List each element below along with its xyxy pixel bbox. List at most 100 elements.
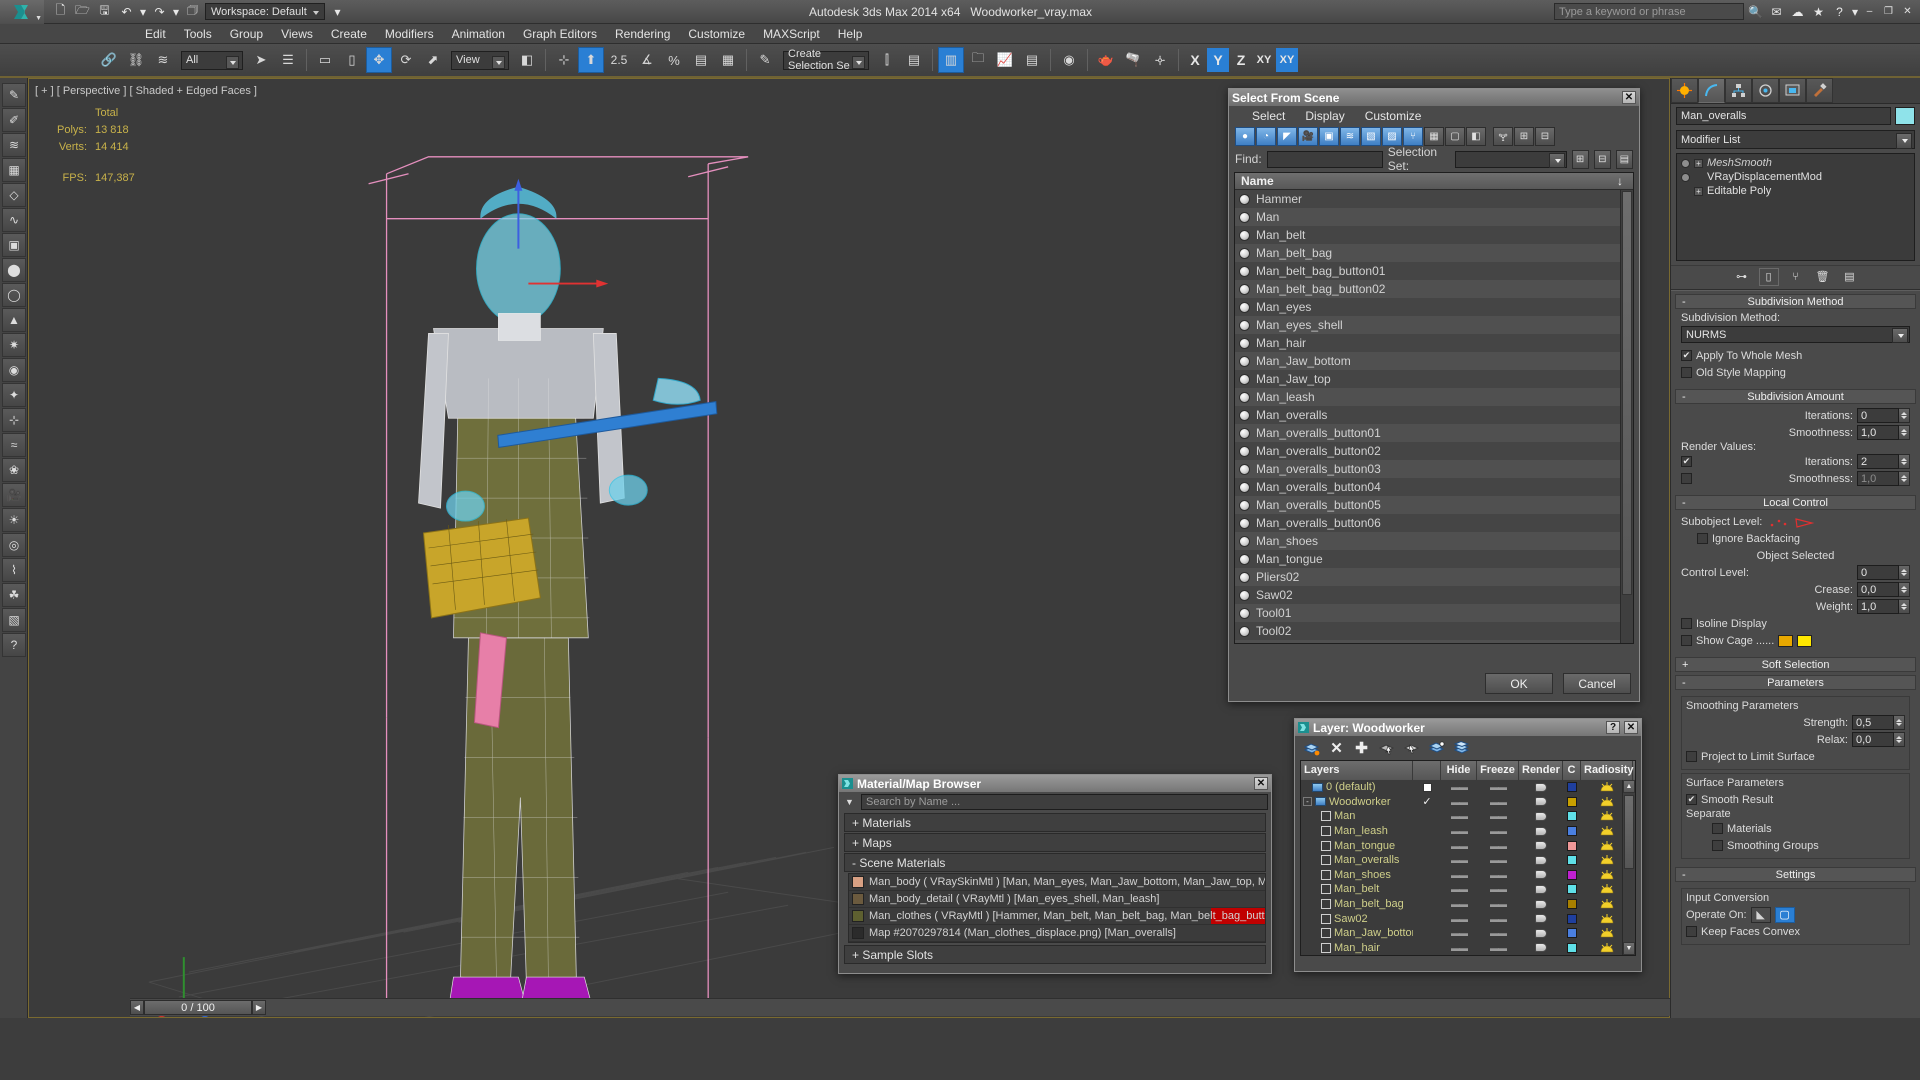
layer-freeze-cell[interactable]: ▬▬ — [1477, 884, 1519, 894]
layer-color-swatch[interactable] — [1567, 811, 1577, 822]
group-sample-slots[interactable]: + Sample Slots — [844, 945, 1266, 964]
layer-hide-cell[interactable]: ▬▬ — [1441, 899, 1477, 909]
group-scene-materials[interactable]: - Scene Materials — [844, 853, 1266, 872]
display-geometry-icon[interactable]: ● — [1235, 127, 1255, 146]
menu-item-create[interactable]: Create — [322, 24, 376, 44]
render-toggle-icon[interactable] — [1535, 782, 1547, 792]
scene-list-item[interactable]: Man_overalls_button01 — [1235, 424, 1633, 442]
ok-button[interactable]: OK — [1485, 673, 1553, 694]
selection-filter[interactable]: All — [181, 50, 243, 70]
display-shapes-icon[interactable]: ◔ — [1256, 127, 1276, 146]
info-icon[interactable]: ? — [2, 633, 26, 657]
scene-material-row[interactable]: Man_body_detail ( VRayMtl ) [Man_eyes_sh… — [849, 891, 1265, 908]
rollout-toggle-subdivision-amount[interactable]: - — [1682, 391, 1686, 403]
modifier-stack-item-0[interactable]: + MeshSmooth — [1677, 156, 1914, 170]
maximize-button[interactable]: ❐ — [1880, 4, 1897, 19]
show-end-result-icon[interactable]: ▯ — [1758, 267, 1779, 286]
scene-list-item[interactable]: Man_overalls_button02 — [1235, 442, 1633, 460]
toggle-scene-explorer-icon[interactable]: ▥ — [938, 47, 964, 73]
layer-color-cell[interactable] — [1563, 928, 1581, 939]
angle-snap-toggle-icon[interactable]: ⬆ — [578, 47, 604, 73]
hierarchy-tab[interactable] — [1725, 78, 1752, 103]
rollout-toggle-subdivision-method[interactable]: - — [1682, 296, 1686, 308]
layer-render-cell[interactable] — [1519, 811, 1563, 821]
menu-item-modifiers[interactable]: Modifiers — [376, 24, 443, 44]
reference-coordinate-system[interactable]: View — [451, 50, 509, 70]
shape-icon[interactable]: ◇ — [2, 183, 26, 207]
modifier-stack-item-1[interactable]: VRayDisplacementMod — [1677, 170, 1914, 184]
modifier-stack[interactable]: + MeshSmooth VRayDisplacementMod + Editable … — [1676, 153, 1915, 261]
object-color-swatch[interactable] — [1895, 107, 1915, 125]
scene-list-item[interactable]: Man_eyes — [1235, 298, 1633, 316]
layer-color-cell[interactable] — [1563, 942, 1581, 953]
layer-row-name-cell[interactable]: Saw02 — [1301, 913, 1413, 925]
layer-row[interactable]: Man_belt_bag ▬▬ ▬▬ — [1301, 897, 1635, 912]
cone-icon[interactable]: ▲ — [2, 308, 26, 332]
display-invert-icon[interactable]: ◧ — [1466, 127, 1486, 146]
layer-hide-cell[interactable]: ▬▬ — [1441, 870, 1477, 880]
group-maps-toggle[interactable]: + — [852, 836, 859, 850]
select-objects-in-layer-icon[interactable] — [1377, 739, 1396, 758]
axis-constraint-z[interactable]: Z — [1230, 48, 1252, 72]
rollout-header-local-control[interactable]: - Local Control — [1675, 495, 1916, 510]
layer-color-swatch[interactable] — [1567, 884, 1577, 895]
render-iterations-spinner[interactable] — [1899, 454, 1910, 469]
apply-whole-mesh-checkbox[interactable]: ✔ — [1681, 350, 1692, 361]
window-crossing-icon[interactable]: ▯ — [339, 47, 365, 73]
create-new-layer-icon[interactable] — [1302, 739, 1321, 758]
communication-center-icon[interactable]: ✉ — [1767, 2, 1786, 21]
keep-faces-convex-checkbox[interactable] — [1686, 926, 1697, 937]
layer-color-swatch[interactable] — [1567, 899, 1577, 910]
render-production-icon[interactable]: 🝊 — [1147, 47, 1173, 73]
menu-item-animation[interactable]: Animation — [443, 24, 514, 44]
layer-row-name-cell[interactable]: Man_hair — [1301, 942, 1413, 954]
search-icon[interactable]: 🔍 — [1746, 2, 1765, 21]
group-materials-toggle[interactable]: + — [852, 816, 859, 830]
schematic-view-icon[interactable]: ▤ — [1019, 47, 1045, 73]
iterations-field[interactable]: 0 — [1857, 408, 1899, 423]
modifier-expand-icon[interactable]: + — [1694, 186, 1703, 196]
layer-manager-icon[interactable]: ▤ — [901, 47, 927, 73]
render-toggle-icon[interactable] — [1535, 914, 1547, 924]
layer-render-cell[interactable] — [1519, 943, 1563, 953]
sfs-menu-select[interactable]: Select — [1243, 109, 1294, 123]
percent-snap-icon[interactable]: ∡ — [634, 47, 660, 73]
scene-material-row[interactable]: Man_body ( VRaySkinMtl ) [Man, Man_eyes,… — [849, 874, 1265, 891]
open-icon[interactable]: 🗁 — [73, 2, 92, 21]
select-link-icon[interactable]: 🔗 — [96, 47, 122, 73]
scene-list-scrollbar[interactable] — [1620, 190, 1633, 643]
scene-list-item[interactable]: Man_shoes — [1235, 532, 1633, 550]
layer-color-cell[interactable] — [1563, 840, 1581, 851]
set-current-layer-icon[interactable] — [1427, 739, 1446, 758]
light-icon[interactable]: ✷ — [2, 333, 26, 357]
snaps-toggle-icon[interactable]: ⊹ — [551, 47, 577, 73]
configure-modifier-sets-icon[interactable]: ▤ — [1840, 268, 1860, 286]
layer-row-name-cell[interactable]: - Woodworker — [1301, 796, 1413, 808]
layer-color-swatch[interactable] — [1567, 796, 1577, 807]
scene-list-item[interactable]: Man_Jaw_bottom — [1235, 352, 1633, 370]
layer-color-cell[interactable] — [1563, 884, 1581, 895]
layer-row-name-cell[interactable]: Man_Jaw_bottor — [1301, 927, 1413, 939]
toggle-layer-explorer-icon[interactable]: 🗀 — [965, 47, 991, 73]
weight-spinner[interactable] — [1899, 599, 1910, 614]
modify-tab[interactable] — [1698, 78, 1725, 103]
scene-list-item[interactable]: Man_overalls_button04 — [1235, 478, 1633, 496]
scene-list-item[interactable]: Man_belt_bag_button02 — [1235, 280, 1633, 298]
group-materials[interactable]: + Materials — [844, 813, 1266, 832]
add-selection-set-icon[interactable]: ⊞ — [1571, 149, 1589, 169]
scene-list-item[interactable]: Man_eyes_shell — [1235, 316, 1633, 334]
rectangular-selection-region-icon[interactable]: ▭ — [312, 47, 338, 73]
grid-icon[interactable]: ▦ — [2, 158, 26, 182]
layer-freeze-cell[interactable]: ▬▬ — [1477, 841, 1519, 851]
undo-chevron-icon[interactable]: ▾ — [139, 2, 147, 21]
subdivision-method-select[interactable]: NURMS — [1681, 326, 1910, 343]
layer-row[interactable]: Man_belt ▬▬ ▬▬ — [1301, 882, 1635, 897]
menu-item-tools[interactable]: Tools — [175, 24, 221, 44]
display-none-icon[interactable]: ▢ — [1445, 127, 1465, 146]
menu-item-graph-editors[interactable]: Graph Editors — [514, 24, 606, 44]
old-style-mapping-checkbox[interactable] — [1681, 367, 1692, 378]
scene-object-list[interactable]: Name ↓ Hammer Man Man_belt Man_belt_bag Man_… — [1234, 172, 1634, 644]
save-icon[interactable]: 🖫 — [95, 2, 114, 21]
make-unique-icon[interactable]: ⑂ — [1786, 268, 1806, 286]
subobject-level-icons[interactable] — [1766, 515, 1818, 529]
